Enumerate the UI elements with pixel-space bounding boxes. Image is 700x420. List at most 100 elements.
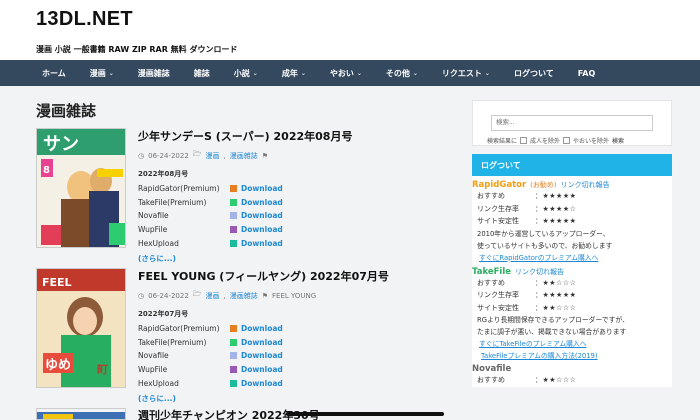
nav-adult[interactable]: 成年 ⌄ <box>270 60 318 86</box>
post-body: 少年サンデーS (スーパー) 2022年08月号 ◷ 06-24-2022 🗁 … <box>138 128 456 264</box>
main-nav: ホーム 漫画 ⌄ 漫画雑誌 雑誌 小説 ⌄ 成年 ⌄ やおい ⌄ その他 ⌄ リクエスト ⌄… <box>0 60 700 86</box>
category-link[interactable]: 漫画 <box>205 291 219 301</box>
post-thumbnail[interactable] <box>36 408 126 420</box>
nav-label: FAQ <box>577 68 596 78</box>
read-more-link[interactable]: (さらに...) <box>138 393 456 404</box>
download-link[interactable]: Download <box>241 379 283 388</box>
search-scope-label: 検索結果に <box>487 137 518 145</box>
premium-link[interactable]: すぐにRapidGatorのプレミアム購入へ <box>472 252 672 264</box>
nav-novel[interactable]: 小説 ⌄ <box>222 60 270 86</box>
download-row: RapidGator(Premium) Download <box>138 322 456 336</box>
nav-manga[interactable]: 漫画 ⌄ <box>78 60 126 86</box>
nav-log[interactable]: ログついて <box>502 60 566 86</box>
svg-text:サン: サン <box>43 134 79 155</box>
download-link[interactable]: Download <box>241 211 283 220</box>
post-meta: ◷ 06-24-2022 🗁 漫画, 漫画雑誌 ⚑ <box>138 150 268 161</box>
host-title: Novafile <box>472 364 512 374</box>
post-title[interactable]: FEEL YOUNG (フィールヤング) 2022年07月号 <box>138 268 456 284</box>
download-row: HexUpload Download <box>138 236 456 250</box>
host-color-icon <box>230 338 237 346</box>
tag-icon: ⚑ <box>261 151 268 160</box>
site-title[interactable]: 13DL.NET <box>36 8 664 31</box>
category-link[interactable]: 漫画雑誌 <box>230 291 258 301</box>
nav-label: 雑誌 <box>193 68 210 78</box>
category-link[interactable]: 漫画 <box>205 151 219 161</box>
rating-label: リンク生存率 <box>477 204 519 213</box>
site-header: 13DL.NET 漫画 小説 一般書籍 RAW ZIP RAR 無料 ダウンロー… <box>0 0 700 60</box>
download-link[interactable]: Download <box>241 338 283 347</box>
download-row: HexUpload Download <box>138 376 456 390</box>
host-name: RapidGator(Premium) <box>138 184 220 194</box>
tag-icon: ⚑ <box>261 291 268 300</box>
magazine-cover-image: サン 8 <box>37 129 125 247</box>
post-title[interactable]: 少年サンデーS (スーパー) 2022年08月号 <box>138 128 456 144</box>
post-thumbnail[interactable]: FEEL ゆめ 町 <box>36 268 126 388</box>
nav-faq[interactable]: FAQ <box>566 60 608 86</box>
chevron-down-icon: ⌄ <box>356 69 362 77</box>
nav-yaoi[interactable]: やおい ⌄ <box>318 60 374 86</box>
svg-text:町: 町 <box>97 363 108 376</box>
search-options: 検索結果に 成人を除外 やおいを除外 検索 <box>487 136 663 145</box>
download-link[interactable]: Download <box>241 225 283 234</box>
host-color-icon <box>230 379 237 387</box>
nav-request[interactable]: リクエスト ⌄ <box>430 60 502 86</box>
download-link[interactable]: Download <box>241 184 283 193</box>
rating-row: おすすめ ：★★★★★ <box>472 190 672 203</box>
nav-other[interactable]: その他 ⌄ <box>374 60 430 86</box>
rating-row: サイト安定性 ：★★☆☆☆ <box>472 302 672 315</box>
takefile-heading: TakeFile リンク切れ報告 <box>472 267 672 277</box>
host-title: TakeFile <box>472 266 512 277</box>
nav-label: 成年 <box>281 68 298 78</box>
download-link[interactable]: Download <box>241 324 283 333</box>
tag-link[interactable]: FEEL YOUNG <box>272 292 316 300</box>
report-link[interactable]: リンク切れ報告 <box>515 267 564 277</box>
nav-label: 漫画雑誌 <box>137 68 170 78</box>
search-button[interactable]: 検索 <box>612 136 624 145</box>
nav-magazine[interactable]: 雑誌 <box>182 60 222 86</box>
download-link[interactable]: Download <box>241 365 283 374</box>
svg-text:FEEL: FEEL <box>42 276 72 289</box>
rating-stars: ：★★☆☆☆ <box>535 376 577 385</box>
download-link[interactable]: Download <box>241 351 283 360</box>
issue-label: 2022年07月号 <box>138 310 189 318</box>
host-info-widget: RapidGator (お勧め) リンク切れ報告 おすすめ ：★★★★★ リンク生… <box>472 176 672 387</box>
clock-icon: ◷ <box>138 291 145 300</box>
horizontal-scrollbar[interactable] <box>286 412 444 416</box>
svg-text:ゆめ: ゆめ <box>45 358 71 373</box>
search-widget: 検索結果に 成人を除外 やおいを除外 検索 <box>472 100 672 146</box>
chevron-down-icon: ⌄ <box>252 69 258 77</box>
clock-icon: ◷ <box>138 151 145 160</box>
host-color-icon <box>230 185 237 193</box>
chevron-down-icon: ⌄ <box>484 69 490 77</box>
rating-label: おすすめ <box>477 278 505 287</box>
nav-label: やおい <box>329 68 354 78</box>
post-thumbnail[interactable]: サン 8 <box>36 128 126 248</box>
post-meta: ◷ 06-24-2022 🗁 漫画, 漫画雑誌 ⚑ FEEL YOUNG <box>138 290 317 301</box>
chevron-down-icon: ⌄ <box>300 69 306 77</box>
chevron-down-icon: ⌄ <box>108 69 114 77</box>
rating-label: サイト安定性 <box>477 303 519 312</box>
download-link[interactable]: Download <box>241 239 283 248</box>
howto-link[interactable]: TakeFileプレミアムの購入方法(2019) <box>472 350 672 362</box>
content-area: 漫画雑誌 サン 8 少年サンデーS (スーパー) 2022年08月号 ◷ 06-… <box>0 86 700 420</box>
search-input[interactable] <box>491 114 653 131</box>
page-title: 漫画雑誌 <box>36 102 97 120</box>
exclude-adult-checkbox[interactable] <box>520 136 528 144</box>
sidebar: 検索結果に 成人を除外 やおいを除外 検索 ログついて RapidGator (… <box>472 100 672 387</box>
nav-home[interactable]: ホーム <box>28 60 78 86</box>
download-row: RapidGator(Premium) Download <box>138 182 456 196</box>
novafile-heading: Novafile <box>472 364 672 374</box>
read-more-link[interactable]: (さらに...) <box>138 253 456 264</box>
host-description: 2010年から運営しているアップローダー、 <box>477 229 610 238</box>
category-link[interactable]: 漫画雑誌 <box>230 151 258 161</box>
report-link[interactable]: リンク切れ報告 <box>561 180 610 190</box>
rapidgator-heading: RapidGator (お勧め) リンク切れ報告 <box>472 180 672 190</box>
rating-stars: ：★★★★★ <box>535 291 577 300</box>
download-row: WupFile Download <box>138 223 456 237</box>
nav-manga-magazine[interactable]: 漫画雑誌 <box>126 60 182 86</box>
host-color-icon <box>230 198 237 206</box>
chevron-down-icon: ⌄ <box>412 69 418 77</box>
premium-link[interactable]: すぐにTakeFileのプレミアム購入へ <box>472 338 672 350</box>
download-link[interactable]: Download <box>241 198 283 207</box>
exclude-yaoi-checkbox[interactable] <box>563 136 571 144</box>
